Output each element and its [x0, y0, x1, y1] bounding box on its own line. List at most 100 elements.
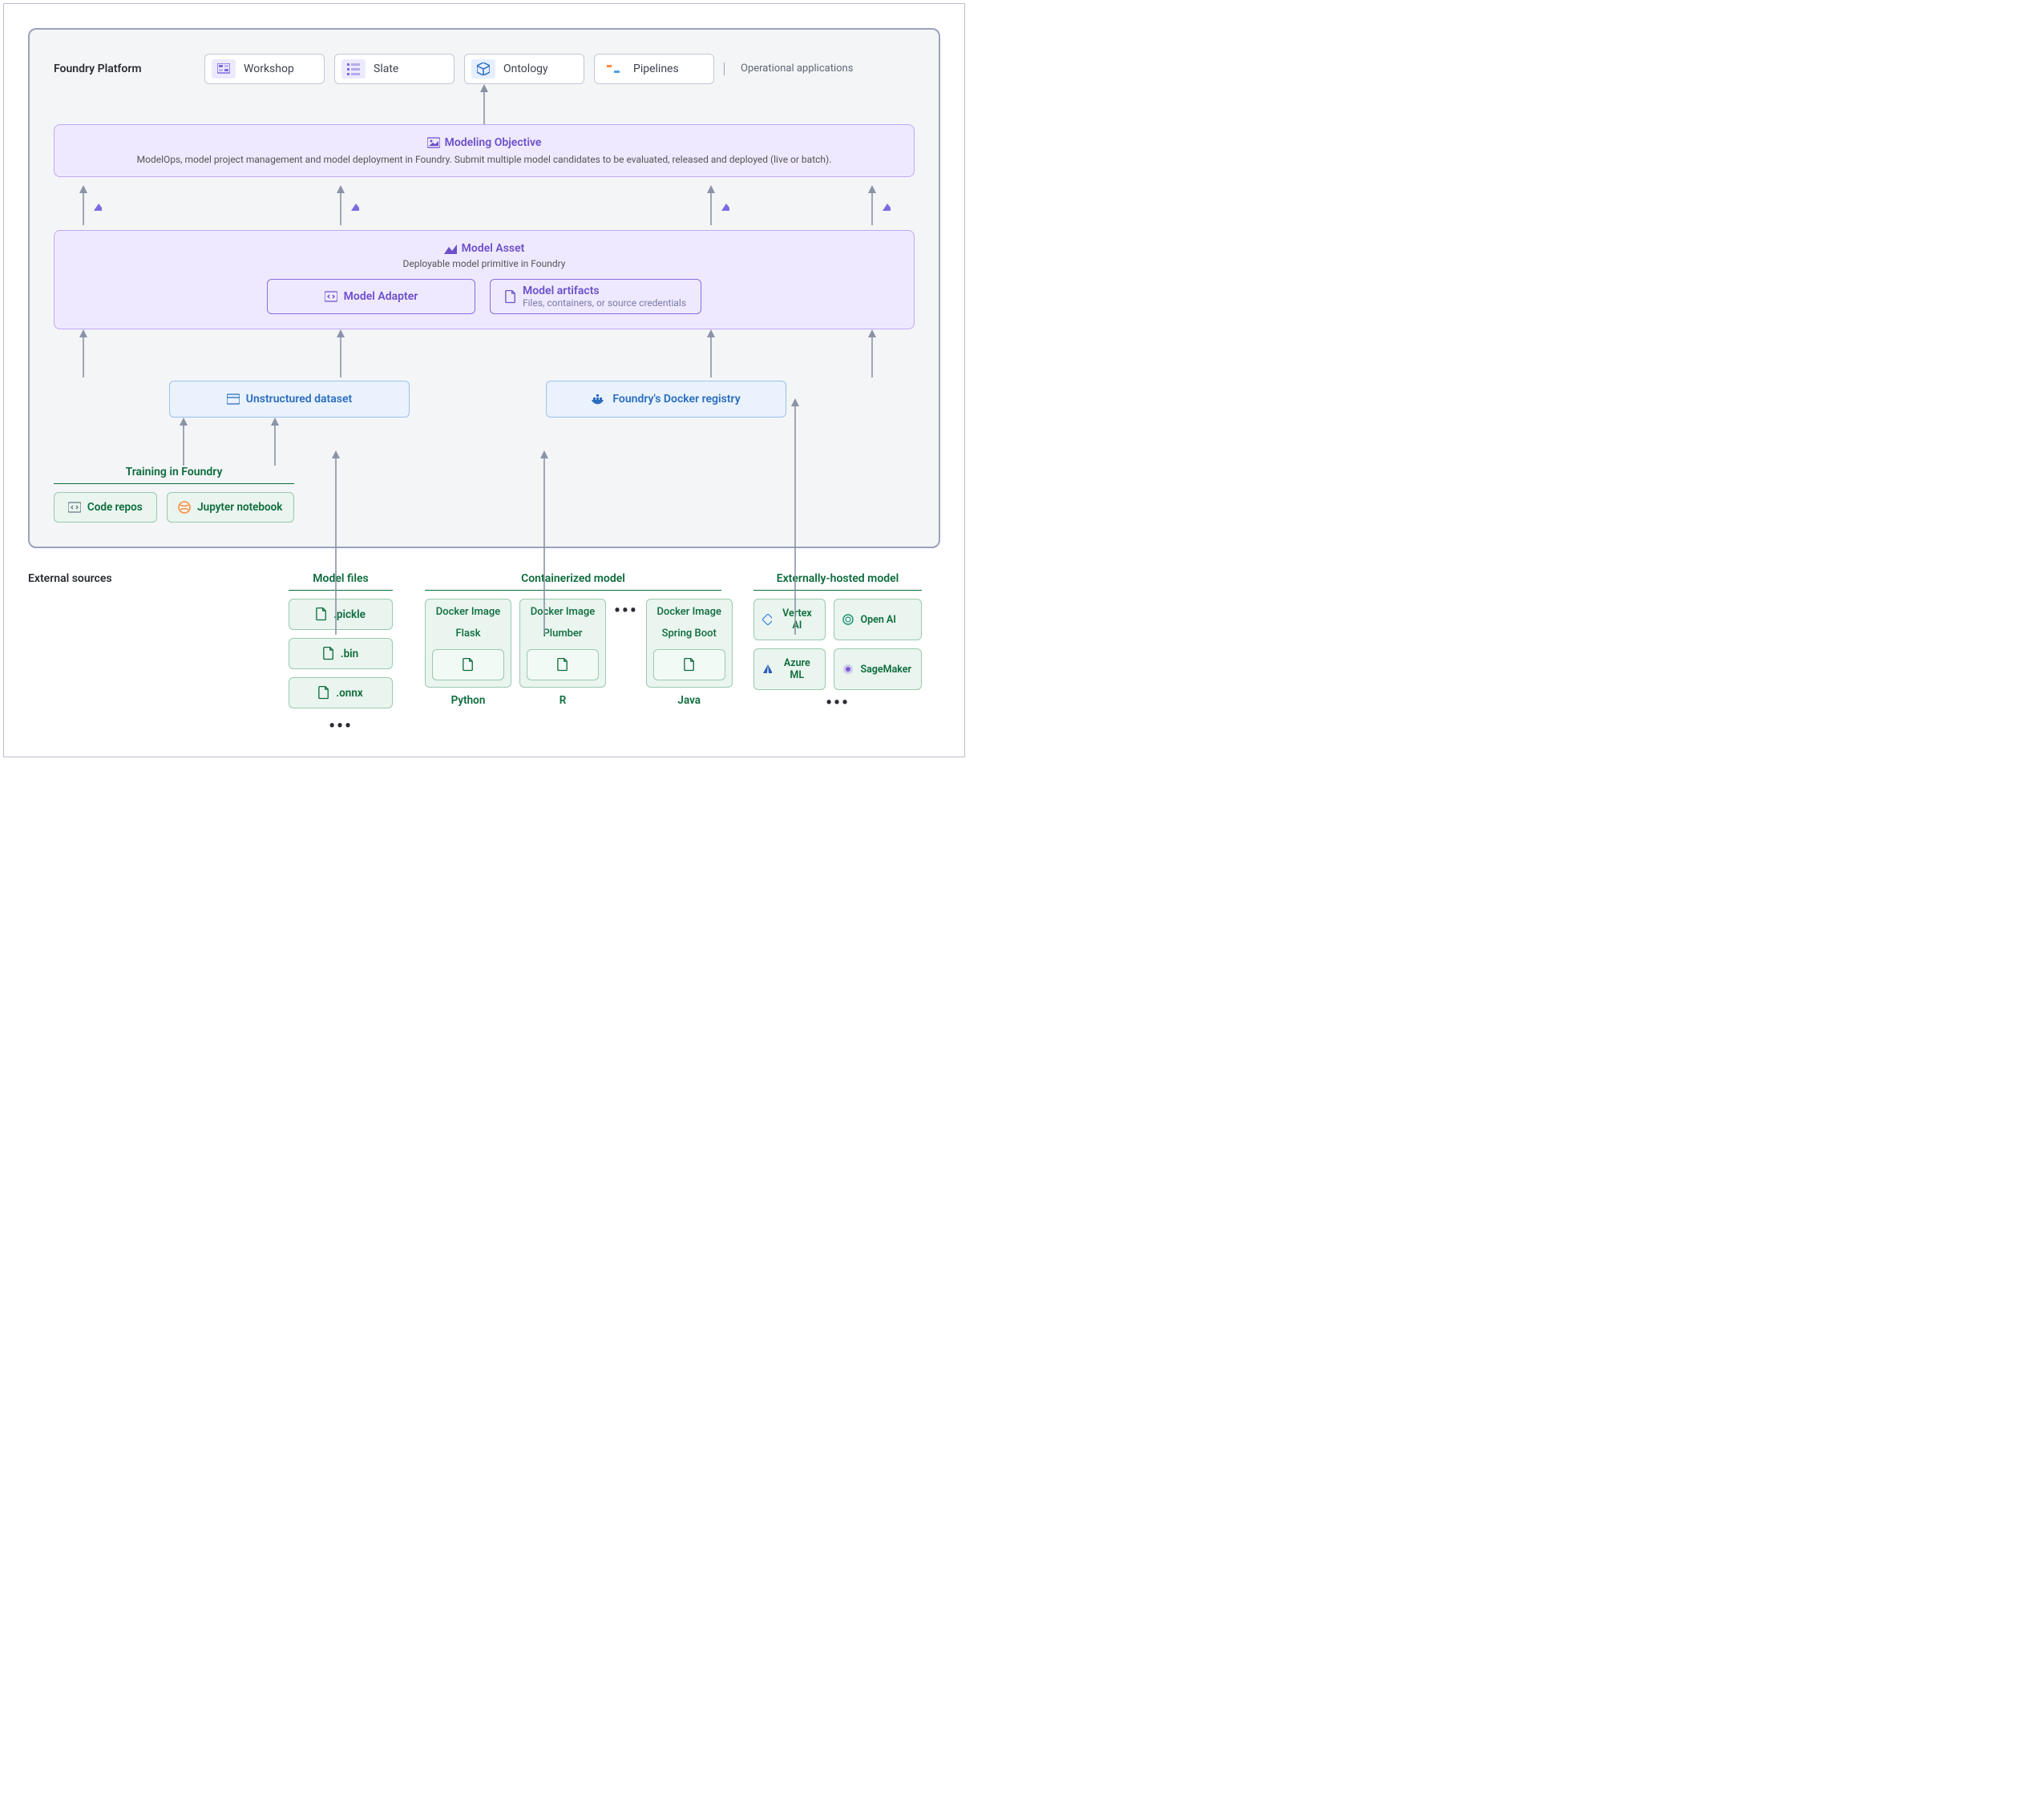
- hosted-label: Azure ML: [778, 657, 815, 681]
- chart-icon: [351, 200, 359, 211]
- docker-icon: [592, 393, 606, 406]
- training-item-label: Jupyter notebook: [197, 501, 282, 514]
- ellipsis-icon: •••: [289, 716, 393, 733]
- training-item-label: Code repos: [87, 501, 143, 514]
- docker-image-label: Docker Image: [653, 606, 725, 618]
- containerized-heading: Containerized model: [425, 572, 721, 591]
- tile-label: Slate: [374, 63, 398, 75]
- hosted-item-azure: Azure ML: [753, 648, 826, 690]
- jupyter-icon: [178, 501, 191, 514]
- docker-image-label: Docker Image: [527, 606, 599, 618]
- file-ext-label: .bin: [341, 648, 358, 660]
- hosted-heading: Externally-hosted model: [753, 572, 922, 591]
- file-icon: [463, 658, 474, 672]
- docker-card-r: Docker Image Plumber: [519, 599, 606, 688]
- model-asset-panel: Model Asset Deployable model primitive i…: [54, 230, 915, 329]
- tile-label: Pipelines: [633, 63, 679, 75]
- chart-icon: [721, 200, 729, 211]
- arrow-icon: [269, 418, 281, 466]
- jupyter-notebook-box: Jupyter notebook: [167, 492, 294, 523]
- ellipsis-icon: •••: [753, 690, 922, 706]
- model-file-item: .onnx: [289, 677, 393, 708]
- modeling-objective-title: Modeling Objective: [445, 136, 542, 149]
- docker-inner-file: [432, 649, 504, 680]
- platform-label: Foundry Platform: [54, 63, 190, 75]
- arrow-icon: [78, 329, 89, 377]
- containerized-group: Containerized model Docker Image Flask P…: [425, 572, 721, 707]
- training-heading: Training in Foundry: [54, 466, 294, 484]
- tile-slate: Slate: [334, 54, 454, 84]
- docker-framework-label: Spring Boot: [653, 628, 725, 640]
- hosted-label: Open AI: [860, 614, 895, 626]
- arrow-icon: [335, 329, 346, 377]
- file-icon: [684, 658, 695, 672]
- chart-icon: [883, 200, 891, 211]
- docker-inner-file: [527, 649, 599, 680]
- unstructured-dataset-box: Unstructured dataset: [169, 381, 410, 418]
- tile-workshop: Workshop: [204, 54, 325, 84]
- tile-label: Workshop: [244, 63, 294, 75]
- docker-framework-label: Plumber: [527, 628, 599, 640]
- picture-icon: [427, 136, 440, 149]
- openai-icon: [842, 614, 854, 625]
- docker-image-label: Docker Image: [432, 606, 504, 618]
- model-asset-sub: Deployable model primitive in Foundry: [71, 258, 898, 269]
- hosted-item-sagemaker: SageMaker: [834, 648, 922, 690]
- docker-registry-box: Foundry's Docker registry: [546, 381, 786, 418]
- model-adapter-pill: Model Adapter: [267, 279, 475, 314]
- arrow-icon: [476, 84, 492, 124]
- arrow-icon: [178, 418, 189, 466]
- model-asset-title: Model Asset: [462, 242, 525, 255]
- foundry-platform-panel: Foundry Platform Workshop Slate Ontology…: [28, 28, 940, 548]
- lang-label: Python: [425, 694, 511, 707]
- azure-icon: [762, 664, 772, 675]
- model-adapter-label: Model Adapter: [344, 290, 418, 303]
- arrow-icon: [78, 185, 89, 225]
- docker-card-python: Docker Image Flask: [425, 599, 511, 688]
- lang-label: R: [519, 694, 606, 707]
- file-icon: [505, 290, 516, 304]
- hosted-label: SageMaker: [860, 664, 911, 676]
- externally-hosted-group: Externally-hosted model Vertex AI Open A…: [753, 572, 922, 706]
- modeling-objective-sub: ModelOps, model project management and m…: [71, 154, 898, 165]
- arrow-icon: [330, 450, 341, 635]
- tile-ontology: Ontology: [464, 54, 584, 84]
- slate-icon: [341, 59, 366, 79]
- arrow-icon: [705, 185, 717, 225]
- file-icon: [316, 607, 327, 621]
- docker-inner-file: [653, 649, 725, 680]
- file-icon: [323, 647, 334, 660]
- arrow-icon: [335, 185, 346, 225]
- arrow-icon: [705, 329, 717, 377]
- file-ext-label: .onnx: [336, 687, 362, 700]
- external-sources-label: External sources: [28, 572, 164, 585]
- sagemaker-icon: [842, 664, 854, 675]
- modeling-objective-panel: Modeling Objective ModelOps, model proje…: [54, 124, 915, 177]
- tile-label: Ontology: [503, 63, 548, 75]
- model-artifacts-title: Model artifacts: [523, 285, 600, 297]
- pipelines-icon: [601, 59, 625, 79]
- file-icon: [557, 658, 568, 672]
- docker-registry-label: Foundry's Docker registry: [612, 393, 740, 406]
- model-artifacts-sub: Files, containers, or source credentials: [523, 297, 686, 309]
- ontology-icon: [471, 59, 495, 79]
- model-file-item: .bin: [289, 638, 393, 669]
- operational-apps-label: Operational applications: [724, 63, 853, 75]
- ellipsis-icon: •••: [614, 599, 638, 615]
- tile-pipelines: Pipelines: [594, 54, 714, 84]
- code-repos-box: Code repos: [54, 492, 157, 523]
- chart-icon: [444, 243, 457, 254]
- arrow-icon: [866, 185, 878, 225]
- model-artifacts-pill: Model artifacts Files, containers, or so…: [490, 279, 701, 314]
- docker-card-java: Docker Image Spring Boot: [646, 599, 733, 688]
- arrow-icon: [866, 329, 878, 377]
- file-icon: [318, 686, 329, 700]
- window-icon: [227, 393, 240, 406]
- code-icon: [68, 501, 81, 514]
- hosted-item-openai: Open AI: [834, 599, 922, 640]
- lang-label: Java: [646, 694, 733, 707]
- vertex-icon: [762, 614, 772, 625]
- chart-icon: [94, 200, 102, 211]
- arrow-icon: [539, 450, 550, 635]
- code-icon: [325, 290, 337, 303]
